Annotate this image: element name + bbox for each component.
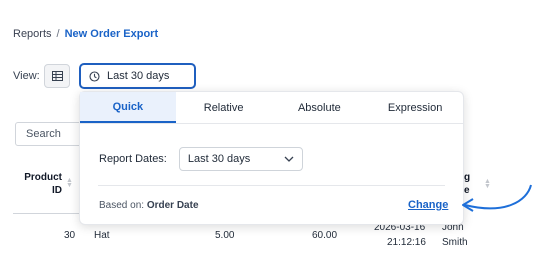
chevron-down-icon <box>284 156 294 162</box>
breadcrumb: Reports / New Order Export <box>13 28 158 40</box>
date-range-value: Last 30 days <box>107 70 170 82</box>
column-header-product-line1: Product <box>24 172 62 183</box>
based-on-text: Based on: Order Date <box>99 200 199 211</box>
column-header-product-id[interactable]: Product ID <box>20 171 62 197</box>
tab-absolute[interactable]: Absolute <box>272 92 368 123</box>
tab-relative[interactable]: Relative <box>176 92 272 123</box>
table-grid-icon <box>51 71 63 81</box>
cell-total: 60.00 <box>312 230 338 241</box>
breadcrumb-current: New Order Export <box>64 28 159 40</box>
annotation-arrow-icon <box>462 184 532 212</box>
date-range-trigger[interactable]: Last 30 days <box>79 63 196 89</box>
report-dates-value: Last 30 days <box>187 153 251 165</box>
view-row: View: <box>13 64 70 88</box>
cell-time: 21:12:16 <box>387 237 426 248</box>
cell-price: 5.00 <box>215 230 235 241</box>
change-link[interactable]: Change <box>408 199 448 211</box>
breadcrumb-reports-link[interactable]: Reports <box>13 28 52 40</box>
popover-divider <box>98 185 445 186</box>
based-on-value: Order Date <box>146 200 199 211</box>
search-input[interactable]: Search <box>15 122 85 146</box>
date-range-popover: Quick Relative Absolute Expression Repor… <box>79 91 464 225</box>
table-view-button[interactable] <box>44 64 70 88</box>
based-on-label: Based on: <box>99 200 145 211</box>
cell-item: Hat <box>94 230 110 241</box>
tab-quick[interactable]: Quick <box>80 92 176 123</box>
cell-last-name: Smith <box>442 237 468 248</box>
report-dates-row: Report Dates: Last 30 days <box>99 147 303 171</box>
cell-product-id: 30 <box>64 230 76 241</box>
report-dates-label: Report Dates: <box>99 153 167 165</box>
report-dates-select[interactable]: Last 30 days <box>178 147 303 171</box>
clock-icon <box>89 70 100 82</box>
breadcrumb-separator: / <box>56 28 60 40</box>
table-header-divider <box>13 213 83 214</box>
sort-icon[interactable]: ▲ ▼ <box>66 177 73 189</box>
date-mode-tabs: Quick Relative Absolute Expression <box>80 92 463 124</box>
view-label: View: <box>13 70 40 82</box>
column-header-product-line2: ID <box>52 185 62 196</box>
tab-expression[interactable]: Expression <box>367 92 463 123</box>
